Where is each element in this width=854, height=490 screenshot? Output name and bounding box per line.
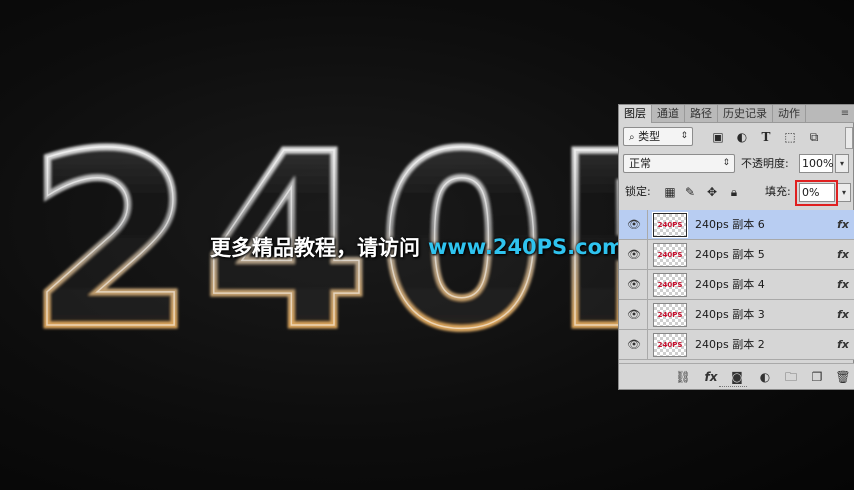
shape-filter-icon[interactable]: ⬚ [783,130,797,144]
layer-row[interactable]: 👁︎ 240PS 240ps 副本 6 fx [619,210,854,240]
tab-history[interactable]: 历史记录 [718,105,773,123]
new-group-icon[interactable]: 🗀︎ [783,369,799,385]
layer-name: 240ps 副本 4 [695,278,765,291]
opacity-dropdown-button[interactable]: ▾ [835,154,849,173]
layer-row[interactable]: 👁︎ 240PS 240ps 副本 3 fx [619,300,854,330]
adjustment-layer-icon[interactable]: ◐ [757,369,773,385]
divider [647,300,648,330]
layer-thumbnail: 240PS [652,212,688,238]
new-layer-icon[interactable]: ❐ [809,369,825,385]
image-filter-icon[interactable]: ▣ [711,130,725,144]
panel-tabs: 图层 通道 路径 历史记录 动作 [619,105,854,123]
filter-toggle-switch[interactable] [845,127,853,149]
layer-name: 240ps 副本 2 [695,338,765,351]
eye-icon[interactable]: 👁︎ [627,219,641,231]
fill-dropdown-button[interactable]: ▾ [837,183,851,202]
lock-move-icon[interactable]: ✥ [705,185,719,199]
updown-arrow-icon: ⇕ [680,131,688,141]
layer-thumbnail: 240PS [653,333,687,357]
add-mask-icon[interactable]: ◙ [729,369,745,385]
layer-name: 240ps 副本 3 [695,308,765,321]
divider [647,210,648,240]
fx-icon[interactable]: fx [837,240,849,270]
blend-mode-select[interactable]: 正常 ⇕ [623,154,735,173]
layers-toolbar: ⛓︎ fx ◙ ◐ 🗀︎ ❐ 🗑︎ [619,363,854,389]
divider [647,240,648,270]
smart-object-filter-icon[interactable]: ⧉ [807,130,821,144]
fx-icon[interactable]: fx [837,300,849,330]
layer-thumbnail: 240PS [653,243,687,267]
layer-name: 240ps 副本 5 [695,248,765,261]
filter-kind-label: 类型 [638,130,661,143]
fill-highlight-box [795,180,838,206]
eye-icon[interactable]: 👁︎ [627,309,641,321]
layer-thumbnail: 240PS [653,303,687,327]
updown-arrow-icon: ⇕ [722,158,730,168]
layer-row[interactable]: 👁︎ 240PS 240ps 副本 5 fx [619,240,854,270]
divider [647,270,648,300]
eye-icon[interactable]: 👁︎ [627,279,641,291]
layer-row[interactable]: 👁︎ 240PS 240ps 副本 2 fx [619,330,854,360]
text-filter-icon[interactable]: T [759,130,773,144]
eye-icon[interactable]: 👁︎ [627,339,641,351]
layer-thumbnail: 240PS [653,273,687,297]
tab-actions[interactable]: 动作 [773,105,806,123]
adjustment-filter-icon[interactable]: ◐ [735,130,749,144]
blend-mode-value: 正常 [629,157,651,170]
fx-icon[interactable]: fx [837,210,849,240]
eye-icon[interactable]: 👁︎ [627,249,641,261]
opacity-input[interactable]: 100% [799,154,833,173]
watermark-url: www.240PS.com [428,235,624,259]
panel-menu-icon[interactable]: ≡ [839,108,851,120]
layers-panel: 图层 通道 路径 历史记录 动作 ≡ ⌕ 类型 ⇕ ▣ ◐ T ⬚ ⧉ 正常 ⇕… [618,104,854,390]
tab-paths[interactable]: 路径 [685,105,718,123]
fill-label: 填充: [765,185,791,198]
search-icon: ⌕ [629,132,635,143]
layer-row[interactable]: 👁︎ 240PS 240ps 副本 4 fx [619,270,854,300]
tab-layers[interactable]: 图层 [619,105,652,123]
link-layers-icon[interactable]: ⛓︎ [675,369,691,385]
add-style-icon[interactable]: fx [703,369,719,385]
fx-icon[interactable]: fx [837,270,849,300]
lock-transparent-icon[interactable]: ▦ [663,185,677,199]
layers-list: 👁︎ 240PS 240ps 副本 6 fx 👁︎ 240PS 240ps 副本… [619,210,854,360]
lock-label: 锁定: [625,185,651,198]
lock-all-icon[interactable]: 🔒︎ [727,185,741,199]
resize-grip[interactable] [719,386,747,388]
watermark: 更多精品教程，请访问 www.240PS.com [210,232,624,262]
delete-layer-icon[interactable]: 🗑︎ [835,369,851,385]
fx-icon[interactable]: fx [837,330,849,360]
lock-brush-icon[interactable]: ✎ [683,185,697,199]
layer-name: 240ps 副本 6 [695,218,765,231]
filter-kind-select[interactable]: ⌕ 类型 ⇕ [623,127,693,146]
watermark-text: 更多精品教程，请访问 [210,236,420,260]
opacity-label: 不透明度: [741,157,789,170]
divider [647,330,648,360]
tab-channels[interactable]: 通道 [652,105,685,123]
